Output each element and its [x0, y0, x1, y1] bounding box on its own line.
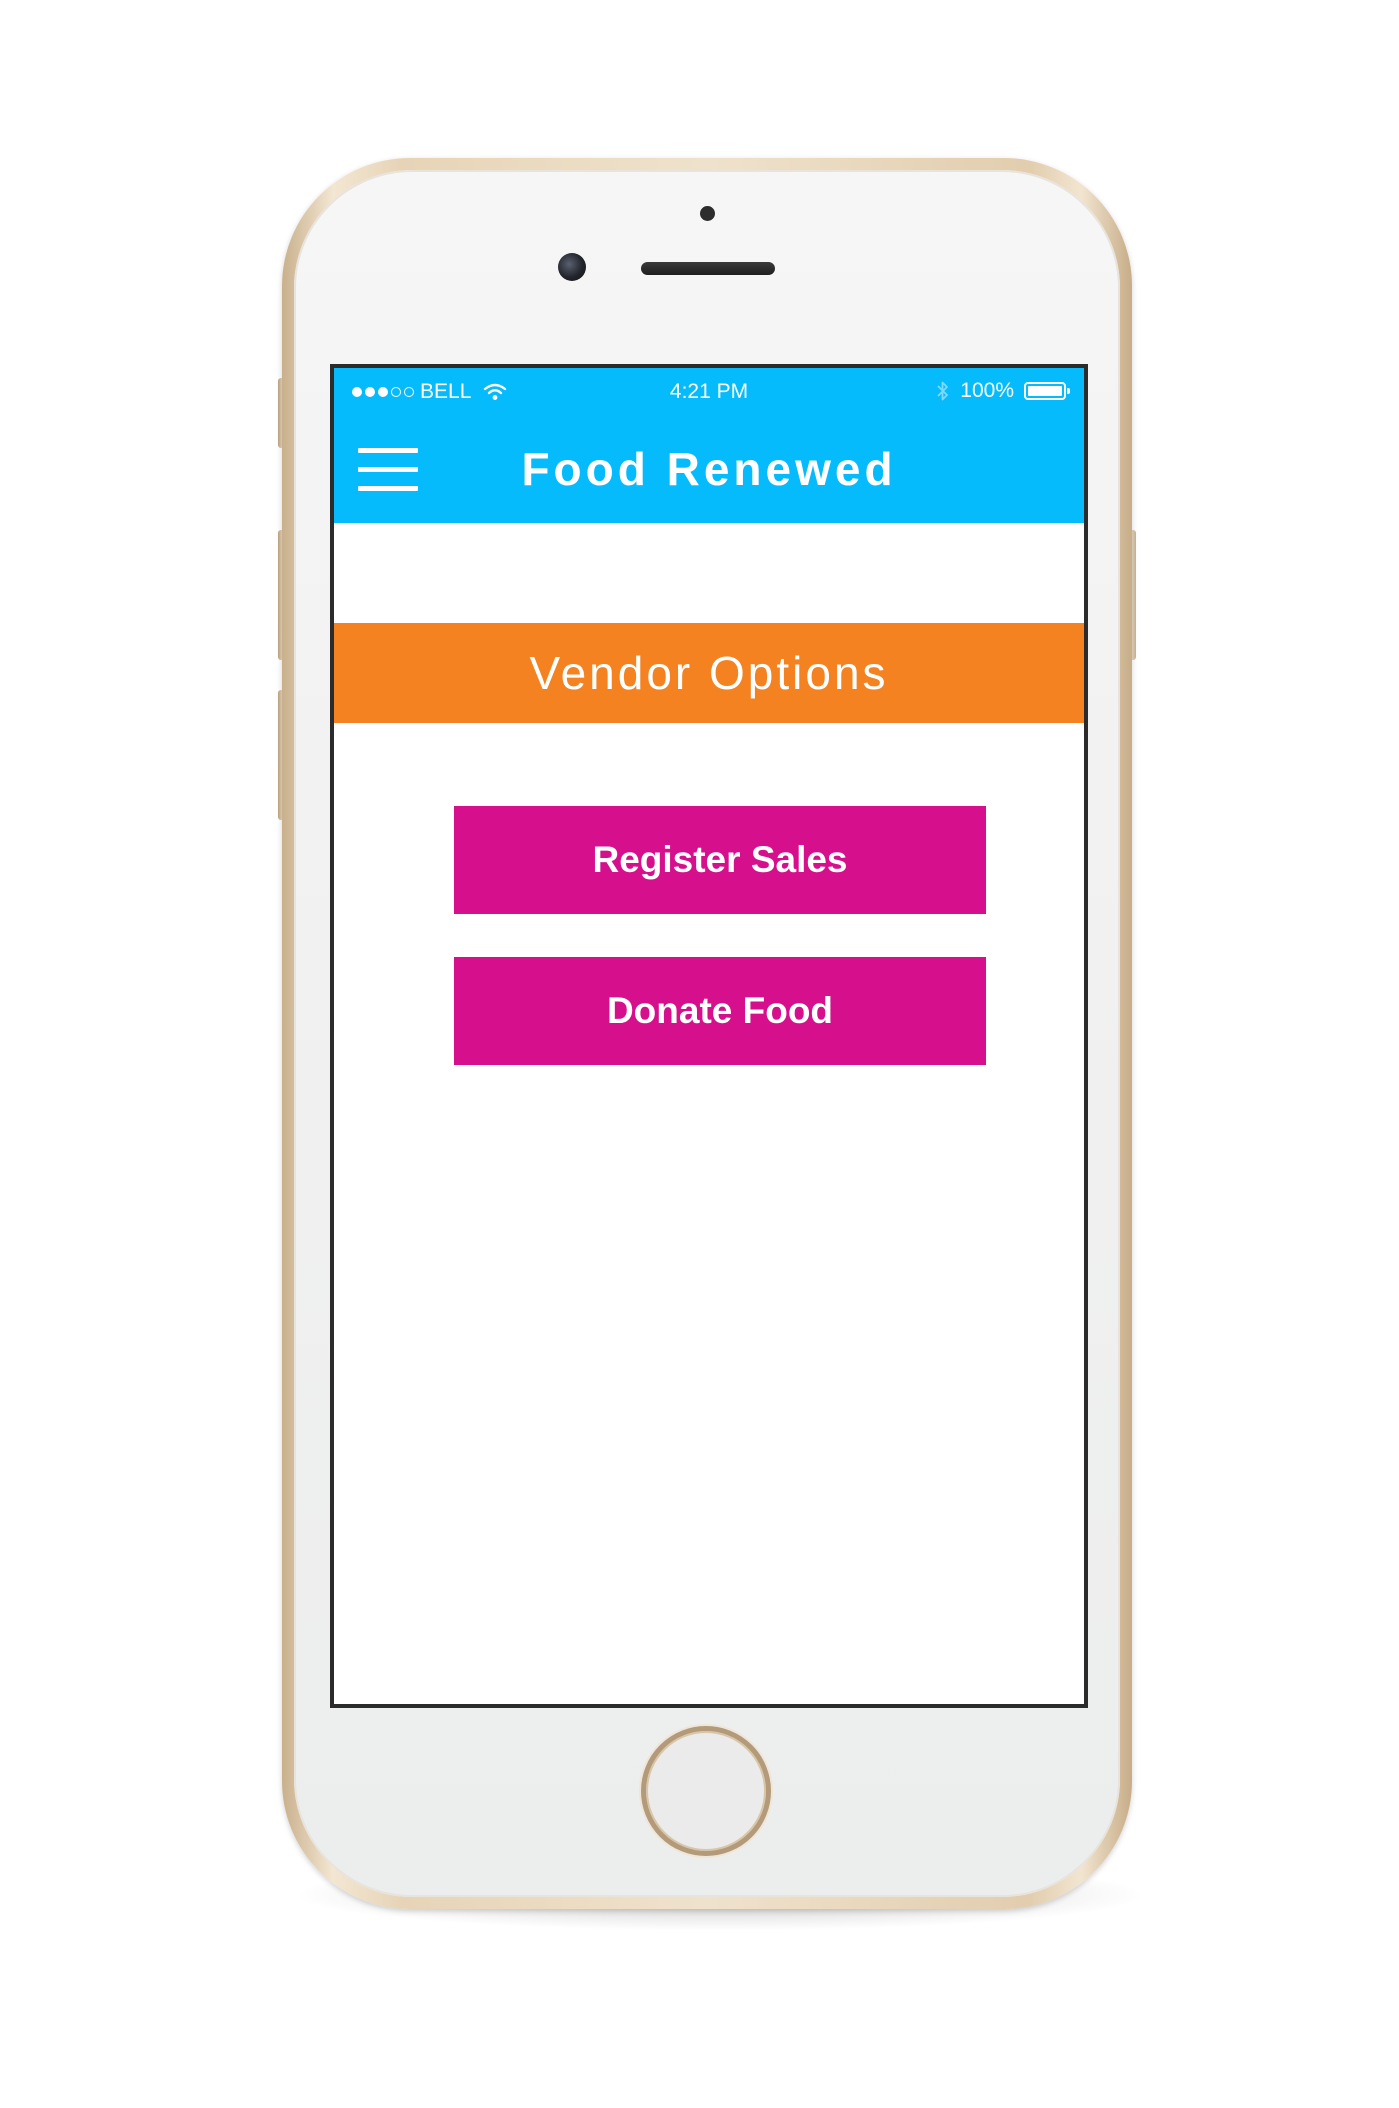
status-bar: BELL 4:21 PM 100%: [334, 368, 1084, 408]
section-banner: Vendor Options: [334, 623, 1084, 723]
device-mockup: BELL 4:21 PM 100% Food Renewed Vendor Op…: [0, 0, 1399, 2108]
front-camera: [558, 253, 586, 281]
register-sales-button[interactable]: Register Sales: [454, 806, 986, 914]
battery-level: [1028, 386, 1062, 396]
status-right: 100%: [936, 379, 1070, 403]
donate-food-button[interactable]: Donate Food: [454, 957, 986, 1065]
bluetooth-icon: [936, 380, 950, 402]
section-title: Vendor Options: [529, 647, 889, 699]
donate-food-label: Donate Food: [606, 990, 834, 1031]
proximity-sensor: [700, 206, 715, 221]
phone-screen: BELL 4:21 PM 100% Food Renewed Vendor Op…: [330, 364, 1088, 1708]
app-bar: BELL 4:21 PM 100% Food Renewed: [334, 368, 1084, 523]
battery-percentage: 100%: [960, 379, 1014, 402]
register-sales-label: Register Sales: [592, 839, 848, 880]
battery-icon: [1024, 382, 1070, 400]
app-title: Food Renewed: [521, 443, 897, 495]
earpiece-speaker: [641, 262, 775, 275]
home-button[interactable]: [641, 1726, 771, 1856]
